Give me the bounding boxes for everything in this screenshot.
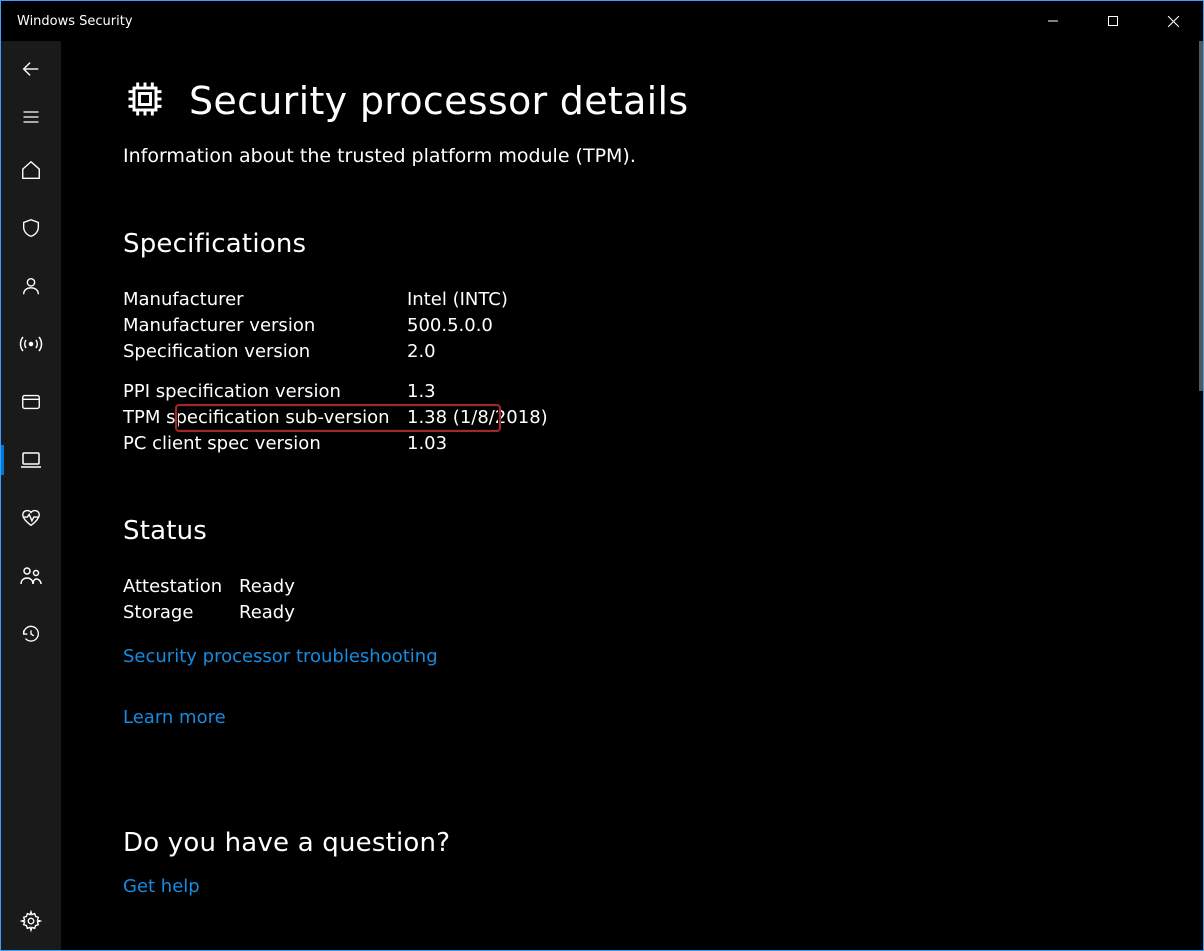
- status-value: Ready: [239, 600, 1163, 626]
- maximize-icon: [1107, 15, 1119, 27]
- minimize-button[interactable]: [1023, 1, 1083, 41]
- person-icon: [20, 275, 42, 297]
- home-icon: [20, 159, 42, 181]
- close-icon: [1167, 15, 1180, 28]
- spec-label: PC client spec version: [123, 431, 407, 457]
- window-controls: [1023, 1, 1203, 41]
- spec-label: Manufacturer: [123, 287, 407, 313]
- spec-value: 2.0: [407, 339, 1163, 365]
- spec-label: Specification version: [123, 339, 407, 365]
- history-icon: [20, 623, 42, 645]
- spec-label: Manufacturer version: [123, 313, 407, 339]
- scrollbar[interactable]: [1199, 41, 1203, 391]
- minimize-icon: [1047, 15, 1059, 27]
- sidebar-item-app-browser[interactable]: [1, 373, 61, 431]
- gear-icon: [20, 910, 42, 932]
- status-table: Attestation Ready Storage Ready: [123, 574, 1163, 626]
- menu-button[interactable]: [1, 93, 61, 141]
- question-heading: Do you have a question?: [123, 828, 1163, 858]
- section-specifications: Specifications Manufacturer Intel (INTC)…: [123, 229, 1163, 458]
- sidebar: [1, 41, 61, 950]
- section-question: Do you have a question? Get help: [123, 828, 1163, 897]
- family-icon: [19, 564, 43, 588]
- window-title: Windows Security: [17, 14, 133, 29]
- close-button[interactable]: [1143, 1, 1203, 41]
- sidebar-item-account[interactable]: [1, 257, 61, 315]
- titlebar: Windows Security: [1, 1, 1203, 41]
- spec-value: 1.3: [407, 379, 1163, 405]
- status-heading: Status: [123, 516, 1163, 546]
- laptop-icon: [19, 448, 43, 472]
- specifications-table: Manufacturer Intel (INTC) Manufacturer v…: [123, 287, 1163, 458]
- link-troubleshooting[interactable]: Security processor troubleshooting: [123, 646, 438, 667]
- heart-pulse-icon: [20, 507, 42, 529]
- page-subtitle: Information about the trusted platform m…: [123, 145, 1163, 167]
- back-button[interactable]: [1, 45, 61, 93]
- spec-label: TPM specification sub-version: [123, 405, 407, 431]
- spec-value: 500.5.0.0: [407, 313, 1163, 339]
- specifications-heading: Specifications: [123, 229, 1163, 259]
- spec-value: 1.38 (1/8/2018): [407, 405, 1163, 431]
- hamburger-icon: [21, 107, 41, 127]
- sidebar-item-home[interactable]: [1, 141, 61, 199]
- back-arrow-icon: [20, 58, 42, 80]
- sidebar-item-family[interactable]: [1, 547, 61, 605]
- sidebar-item-firewall-network[interactable]: [1, 315, 61, 373]
- page-header: Security processor details: [123, 77, 1163, 125]
- status-label: Storage: [123, 600, 239, 626]
- content-area: Security processor details Information a…: [61, 41, 1203, 950]
- link-learn-more[interactable]: Learn more: [123, 707, 226, 728]
- network-icon: [19, 332, 43, 356]
- sidebar-item-virus-threat[interactable]: [1, 199, 61, 257]
- sidebar-item-settings[interactable]: [1, 892, 61, 950]
- sidebar-item-protection-history[interactable]: [1, 605, 61, 663]
- spec-value: 1.03: [407, 431, 1163, 457]
- chip-icon: [123, 77, 167, 125]
- link-get-help[interactable]: Get help: [123, 876, 200, 897]
- section-status: Status Attestation Ready Storage Ready S…: [123, 516, 1163, 788]
- spec-label: PPI specification version: [123, 379, 407, 405]
- status-value: Ready: [239, 574, 1163, 600]
- maximize-button[interactable]: [1083, 1, 1143, 41]
- status-label: Attestation: [123, 574, 239, 600]
- shield-icon: [20, 217, 42, 239]
- sidebar-item-device-security[interactable]: [1, 431, 61, 489]
- spec-value: Intel (INTC): [407, 287, 1163, 313]
- sidebar-item-device-performance[interactable]: [1, 489, 61, 547]
- window-icon: [20, 391, 42, 413]
- page-title: Security processor details: [189, 79, 689, 123]
